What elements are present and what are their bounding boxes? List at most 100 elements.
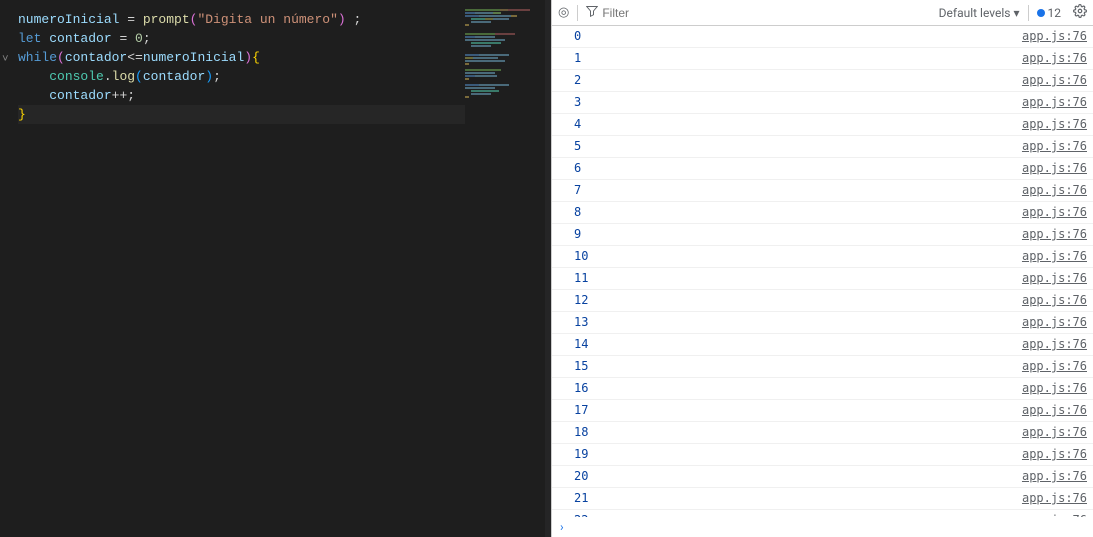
console-row[interactable]: 15 app.js:76 bbox=[552, 356, 1093, 378]
console-value: 18 bbox=[574, 425, 588, 440]
console-value: 9 bbox=[574, 227, 581, 242]
code-area[interactable]: numeroInicial = prompt("Digita un número… bbox=[0, 0, 545, 124]
console-row[interactable]: 22app.js:76 bbox=[552, 510, 1093, 517]
message-count-value: 12 bbox=[1048, 6, 1062, 20]
console-source-link[interactable]: app.js:76 bbox=[1022, 51, 1087, 66]
console-source-link[interactable]: app.js:76 bbox=[1022, 249, 1087, 264]
console-row[interactable]: 7 app.js:76 bbox=[552, 180, 1093, 202]
console-value: 4 bbox=[574, 117, 581, 132]
console-row[interactable]: 19 app.js:76 bbox=[552, 444, 1093, 466]
console-source-link[interactable]: app.js:76 bbox=[1022, 491, 1087, 506]
minimap-line bbox=[465, 36, 545, 38]
console-source-link[interactable]: app.js:76 bbox=[1022, 29, 1087, 44]
console-source-link[interactable]: app.js:76 bbox=[1022, 139, 1087, 154]
console-source-link[interactable]: app.js:76 bbox=[1022, 205, 1087, 220]
console-row[interactable]: 20 app.js:76 bbox=[552, 466, 1093, 488]
console-value: 13 bbox=[574, 315, 588, 330]
console-value: 1 bbox=[574, 51, 581, 66]
minimap-line bbox=[465, 51, 545, 53]
console-row[interactable]: 18 app.js:76 bbox=[552, 422, 1093, 444]
minimap-line bbox=[465, 66, 545, 68]
console-source-link[interactable]: app.js:76 bbox=[1022, 227, 1087, 242]
dropdown-icon: ▾ bbox=[1013, 6, 1019, 20]
console-value: 7 bbox=[574, 183, 581, 198]
fold-chevron-down-icon[interactable]: ˅ bbox=[2, 51, 9, 70]
console-row[interactable]: 17 app.js:76 bbox=[552, 400, 1093, 422]
devtools-console-pane: ◎ Default levels ▾ 12 0app.js:761a bbox=[551, 0, 1093, 537]
console-row[interactable]: 0app.js:76 bbox=[552, 26, 1093, 48]
console-source-link[interactable]: app.js:76 bbox=[1022, 359, 1087, 374]
minimap-line bbox=[465, 3, 545, 5]
code-editor-pane[interactable]: numeroInicial = prompt("Digita un número… bbox=[0, 0, 545, 537]
live-expression-icon[interactable]: ◎ bbox=[558, 5, 569, 20]
console-source-link[interactable]: app.js:76 bbox=[1022, 469, 1087, 484]
minimap-line bbox=[465, 6, 545, 8]
console-source-link[interactable]: app.js:76 bbox=[1022, 293, 1087, 308]
console-source-link[interactable]: app.js:76 bbox=[1022, 337, 1087, 352]
console-value: 6 bbox=[574, 161, 581, 176]
console-row[interactable]: 13 app.js:76 bbox=[552, 312, 1093, 334]
filter-icon bbox=[586, 5, 598, 20]
log-levels-label: Default levels bbox=[939, 6, 1011, 20]
console-log-list[interactable]: 0app.js:76 1 app.js:76 2 app.js:76 3 app.js:76… bbox=[552, 26, 1093, 517]
message-count[interactable]: 12 bbox=[1037, 6, 1062, 20]
console-source-link[interactable]: app.js:76 bbox=[1022, 95, 1087, 110]
minimap-line bbox=[465, 45, 545, 47]
console-value: 3 bbox=[574, 95, 581, 110]
console-value: 17 bbox=[574, 403, 588, 418]
console-row[interactable]: 10 app.js:76 bbox=[552, 246, 1093, 268]
console-source-link[interactable]: app.js:76 bbox=[1022, 447, 1087, 462]
minimap-line bbox=[465, 30, 545, 32]
console-row[interactable]: 16 app.js:76 bbox=[552, 378, 1093, 400]
console-source-link[interactable]: app.js:76 bbox=[1022, 73, 1087, 88]
console-source-link[interactable]: app.js:76 bbox=[1022, 315, 1087, 330]
gear-icon[interactable] bbox=[1073, 4, 1087, 21]
minimap-line bbox=[465, 48, 545, 50]
console-row[interactable]: 4 app.js:76 bbox=[552, 114, 1093, 136]
minimap-line bbox=[465, 78, 545, 80]
console-value: 14 bbox=[574, 337, 588, 352]
console-row[interactable]: 1 app.js:76 bbox=[552, 48, 1093, 70]
console-row[interactable]: 14 app.js:76 bbox=[552, 334, 1093, 356]
minimap-line bbox=[465, 27, 545, 29]
console-value: 21 bbox=[574, 491, 588, 506]
console-value: 15 bbox=[574, 359, 588, 374]
console-value: 2 bbox=[574, 73, 581, 88]
console-row[interactable]: 11app.js:76 bbox=[552, 268, 1093, 290]
console-row[interactable]: 21 app.js:76 bbox=[552, 488, 1093, 510]
minimap-line bbox=[465, 75, 545, 77]
console-source-link[interactable]: app.js:76 bbox=[1022, 403, 1087, 418]
console-source-link[interactable]: app.js:76 bbox=[1022, 161, 1087, 176]
console-source-link[interactable]: app.js:76 bbox=[1022, 271, 1087, 286]
minimap-line bbox=[465, 63, 545, 65]
minimap-line bbox=[465, 24, 545, 26]
minimap-line bbox=[465, 81, 545, 83]
console-source-link[interactable]: app.js:76 bbox=[1022, 117, 1087, 132]
separator bbox=[577, 5, 578, 21]
console-value: 16 bbox=[574, 381, 588, 396]
log-levels-dropdown[interactable]: Default levels ▾ bbox=[939, 6, 1020, 20]
minimap-line bbox=[465, 0, 545, 2]
console-value: 10 bbox=[574, 249, 588, 264]
console-source-link[interactable]: app.js:76 bbox=[1022, 183, 1087, 198]
console-row[interactable]: 9 app.js:76 bbox=[552, 224, 1093, 246]
console-source-link[interactable]: app.js:76 bbox=[1022, 425, 1087, 440]
console-source-link[interactable]: app.js:76 bbox=[1022, 381, 1087, 396]
console-row[interactable]: 6 app.js:76 bbox=[552, 158, 1093, 180]
filter-group bbox=[586, 5, 682, 20]
console-row[interactable]: 8 app.js:76 bbox=[552, 202, 1093, 224]
message-bubble-icon bbox=[1037, 9, 1045, 17]
minimap-line bbox=[465, 60, 545, 62]
console-row[interactable]: 3 app.js:76 bbox=[552, 92, 1093, 114]
console-toolbar: ◎ Default levels ▾ 12 bbox=[552, 0, 1093, 26]
console-row[interactable]: 2 app.js:76 bbox=[552, 70, 1093, 92]
app-root: numeroInicial = prompt("Digita un número… bbox=[0, 0, 1093, 537]
console-row[interactable]: 5app.js:76 bbox=[552, 136, 1093, 158]
filter-input[interactable] bbox=[602, 6, 682, 20]
minimap[interactable] bbox=[465, 0, 545, 537]
console-value: 20 bbox=[574, 469, 588, 484]
console-value: 8 bbox=[574, 205, 581, 220]
console-value: 19 bbox=[574, 447, 588, 462]
console-row[interactable]: 12app.js:76 bbox=[552, 290, 1093, 312]
console-prompt[interactable]: › bbox=[552, 517, 1093, 537]
